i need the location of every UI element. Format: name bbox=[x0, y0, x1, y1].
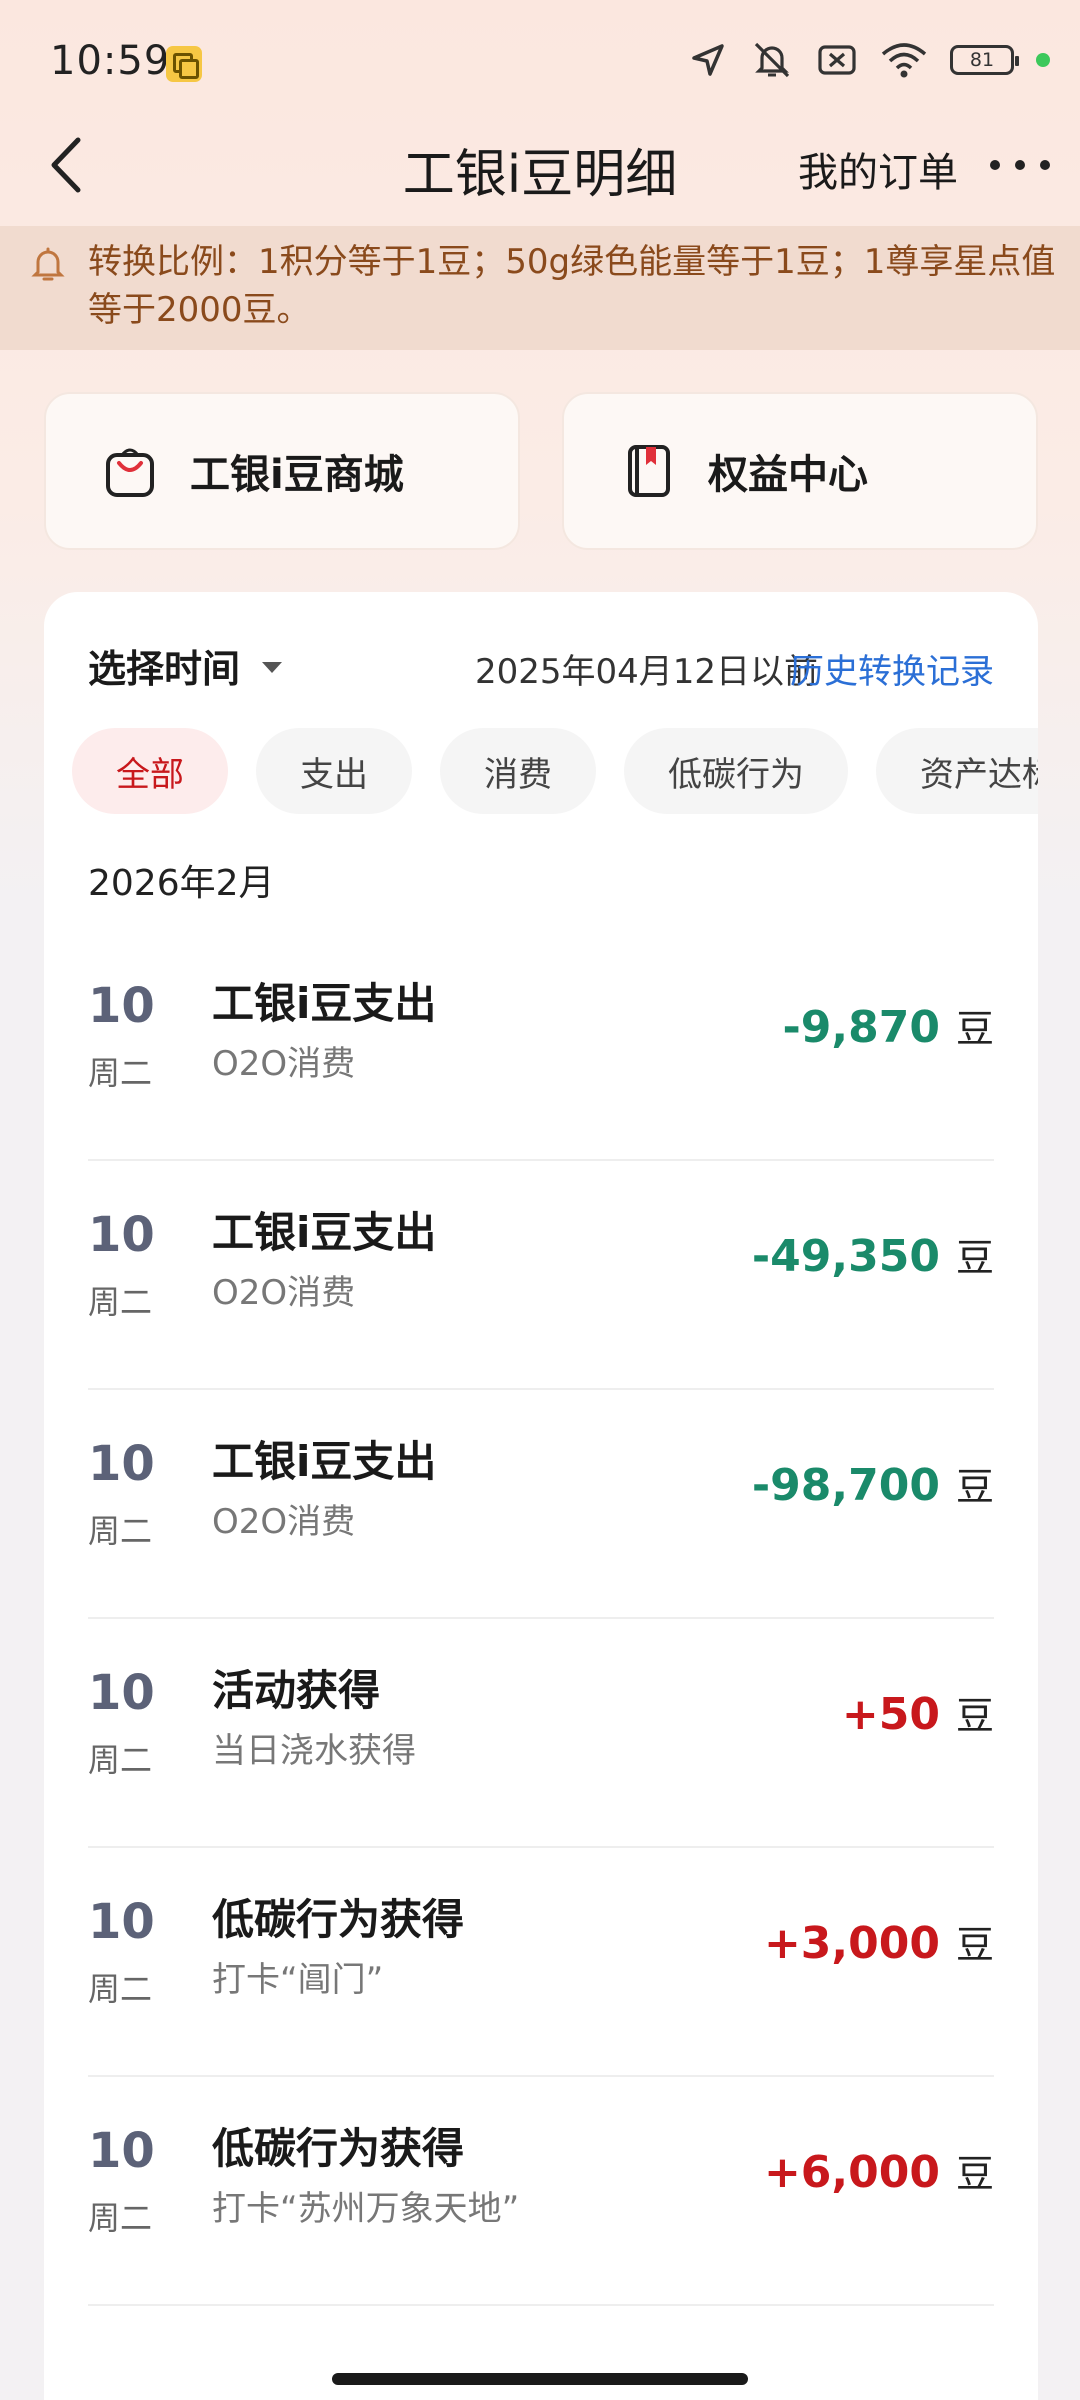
tx-day: 10 bbox=[88, 1665, 155, 1721]
tx-day: 10 bbox=[88, 1207, 155, 1263]
chip-asset-target[interactable]: 资产达标 bbox=[876, 728, 1038, 814]
location-icon bbox=[692, 44, 724, 76]
tx-subtitle: 打卡“阊门” bbox=[212, 1960, 384, 2000]
tx-weekday: 周二 bbox=[88, 1970, 153, 2008]
transaction-row[interactable]: 10 周二 低碳行为获得 打卡“苏州万象天地” +6,000 豆 bbox=[88, 2077, 994, 2306]
privacy-indicator-dot bbox=[1036, 53, 1050, 67]
tx-unit: 豆 bbox=[955, 2152, 994, 2196]
more-dot-icon bbox=[990, 160, 1000, 170]
tx-unit: 豆 bbox=[955, 1465, 994, 1509]
tx-unit: 豆 bbox=[955, 1923, 994, 1967]
transaction-row[interactable]: 10 周二 活动获得 当日浇水获得 +50 豆 bbox=[88, 1619, 994, 1848]
tx-day: 10 bbox=[88, 1436, 155, 1492]
more-dot-icon bbox=[1015, 160, 1025, 170]
notice-text: 转换比例：1积分等于1豆；50g绿色能量等于1豆；1尊享星点值等于2000豆。 bbox=[88, 242, 1056, 330]
tx-amount: -98,700 bbox=[751, 1460, 940, 1511]
transactions-card: 选择时间 2025年04月12日以前 历史转换记录 全部 支出 消费 低碳行为 … bbox=[44, 592, 1038, 2400]
filter-row: 选择时间 2025年04月12日以前 历史转换记录 bbox=[88, 638, 994, 694]
chip-low-carbon[interactable]: 低碳行为 bbox=[624, 728, 848, 814]
bell-icon bbox=[31, 247, 65, 281]
more-menu-button[interactable] bbox=[990, 140, 1050, 190]
no-sim-icon bbox=[818, 45, 856, 75]
tx-weekday: 周二 bbox=[88, 1283, 153, 1321]
shortcut-benefits-center[interactable]: 权益中心 bbox=[562, 392, 1038, 550]
tx-amount-group: -9,870 豆 bbox=[783, 998, 994, 1053]
home-indicator[interactable] bbox=[332, 2373, 748, 2385]
conversion-notice-banner: 转换比例：1积分等于1豆；50g绿色能量等于1豆；1尊享星点值等于2000豆。 bbox=[0, 226, 1080, 350]
tx-title: 工银i豆支出 bbox=[212, 1208, 437, 1257]
tx-subtitle: O2O消费 bbox=[212, 1273, 356, 1313]
tx-amount-group: +50 豆 bbox=[842, 1685, 994, 1740]
chip-consumption[interactable]: 消费 bbox=[440, 728, 596, 814]
tx-title: 低碳行为获得 bbox=[212, 2124, 465, 2173]
tx-day: 10 bbox=[88, 2123, 155, 2179]
shortcut-label: 权益中心 bbox=[708, 452, 868, 498]
tx-title: 工银i豆支出 bbox=[212, 979, 437, 1028]
shortcut-idou-mall[interactable]: 工银i豆商城 bbox=[44, 392, 520, 550]
tx-weekday: 周二 bbox=[88, 1741, 153, 1779]
tx-unit: 豆 bbox=[955, 1694, 994, 1738]
tx-amount-group: -49,350 豆 bbox=[752, 1227, 994, 1282]
tx-weekday: 周二 bbox=[88, 1512, 153, 1550]
chevron-down-icon bbox=[262, 662, 283, 673]
tx-title: 活动获得 bbox=[212, 1666, 381, 1715]
tx-amount-group: +3,000 豆 bbox=[764, 1914, 994, 1969]
my-orders-link[interactable]: 我的订单 bbox=[798, 140, 958, 198]
tx-amount: +50 bbox=[841, 1689, 940, 1740]
tx-subtitle: 打卡“苏州万象天地” bbox=[212, 2189, 520, 2229]
month-label: 2026年2月 bbox=[88, 863, 275, 904]
more-dot-icon bbox=[1040, 160, 1050, 170]
tx-amount: +6,000 bbox=[763, 2147, 940, 2198]
chip-expense[interactable]: 支出 bbox=[256, 728, 412, 814]
battery-icon: 81 bbox=[950, 45, 1019, 75]
time-select-label: 选择时间 bbox=[88, 647, 241, 691]
shopping-bag-icon bbox=[106, 448, 154, 497]
tx-title: 工银i豆支出 bbox=[212, 1437, 437, 1486]
tx-amount: -9,870 bbox=[782, 1002, 940, 1053]
status-icons: 81 bbox=[688, 40, 1050, 80]
clipboard-app-icon bbox=[166, 46, 202, 82]
category-chips: 全部 支出 消费 低碳行为 资产达标 bbox=[72, 728, 1038, 814]
transaction-row[interactable]: 10 周二 工银i豆支出 O2O消费 -9,870 豆 bbox=[88, 932, 994, 1161]
tx-weekday: 周二 bbox=[88, 2199, 153, 2237]
since-date-text: 2025年04月12日以前 bbox=[474, 652, 818, 692]
tx-amount-group: +6,000 豆 bbox=[764, 2143, 994, 2198]
status-time: 10:59 bbox=[50, 38, 171, 84]
transaction-row[interactable]: 10 周二 工银i豆支出 O2O消费 -49,350 豆 bbox=[88, 1161, 994, 1390]
transaction-row[interactable]: 10 周二 工银i豆支出 O2O消费 -98,700 豆 bbox=[88, 1390, 994, 1619]
history-conversion-link[interactable]: 历史转换记录 bbox=[790, 644, 994, 693]
tx-weekday: 周二 bbox=[88, 1054, 153, 1092]
shortcut-label: 工银i豆商城 bbox=[190, 452, 404, 498]
tx-subtitle: 当日浇水获得 bbox=[212, 1731, 416, 1771]
wifi-icon bbox=[881, 43, 927, 78]
tx-subtitle: O2O消费 bbox=[212, 1044, 356, 1084]
chip-all[interactable]: 全部 bbox=[72, 728, 228, 814]
mute-icon bbox=[754, 42, 790, 78]
tx-unit: 豆 bbox=[955, 1236, 994, 1280]
time-select-dropdown[interactable]: 选择时间 bbox=[88, 638, 283, 693]
transaction-row[interactable]: 10 周二 低碳行为获得 打卡“阊门” +3,000 豆 bbox=[88, 1848, 994, 2077]
tx-day: 10 bbox=[88, 978, 155, 1034]
tx-amount: -49,350 bbox=[751, 1231, 940, 1282]
nav-bar: 工银i豆明细 我的订单 bbox=[0, 110, 1080, 220]
tx-amount-group: -98,700 豆 bbox=[752, 1456, 994, 1511]
transaction-list: 10 周二 工银i豆支出 O2O消费 -9,870 豆 10 周二 工银i豆支出… bbox=[88, 932, 994, 2306]
tx-unit: 豆 bbox=[955, 1007, 994, 1051]
tx-title: 低碳行为获得 bbox=[212, 1895, 465, 1944]
bookmark-book-icon bbox=[628, 445, 670, 497]
tx-amount: +3,000 bbox=[763, 1918, 940, 1969]
tx-subtitle: O2O消费 bbox=[212, 1502, 356, 1542]
tx-day: 10 bbox=[88, 1894, 155, 1950]
